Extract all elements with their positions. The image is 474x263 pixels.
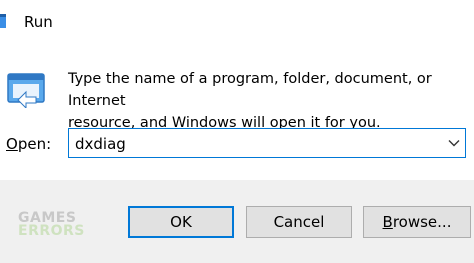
watermark-line-2: ERRORS xyxy=(18,223,85,239)
window-title: Run xyxy=(24,13,53,31)
ok-button[interactable]: OK xyxy=(128,206,234,238)
open-label: Open: xyxy=(6,134,51,154)
description-line-1: Type the name of a program, folder, docu… xyxy=(68,71,432,109)
open-input[interactable]: dxdiag xyxy=(75,134,126,154)
open-label-access-key: O xyxy=(6,135,18,153)
chevron-down-icon[interactable] xyxy=(447,136,461,150)
open-label-text: pen: xyxy=(17,135,52,153)
dialog-footer: GAMES ERRORS OK Cancel Browse... xyxy=(0,180,474,263)
run-program-icon xyxy=(7,73,45,108)
browse-label: rowse... xyxy=(392,213,452,231)
run-dialog: Run Type the name of a program, folder, … xyxy=(0,0,474,263)
browse-access-key: B xyxy=(382,213,393,231)
watermark-logo: GAMES ERRORS xyxy=(18,211,85,239)
open-combobox[interactable]: dxdiag xyxy=(68,128,466,158)
run-dialog-icon xyxy=(0,14,6,28)
browse-button[interactable]: Browse... xyxy=(363,206,471,238)
title-bar: Run xyxy=(0,0,474,42)
cancel-button[interactable]: Cancel xyxy=(246,206,352,238)
run-description: Type the name of a program, folder, docu… xyxy=(68,68,468,134)
